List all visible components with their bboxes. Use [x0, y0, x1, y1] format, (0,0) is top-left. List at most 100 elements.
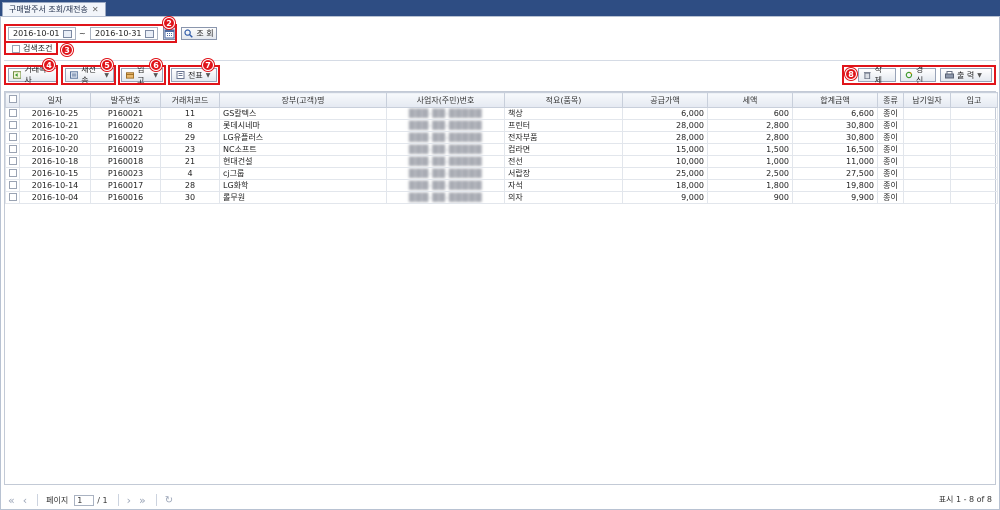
redacted-id: ███-██-█████ — [408, 157, 483, 166]
table-cell — [903, 167, 951, 180]
table-cell: 종이 — [877, 167, 904, 180]
table-cell: 의자 — [504, 191, 623, 204]
table-cell: P160017 — [90, 179, 161, 192]
table-cell — [903, 107, 951, 120]
table-cell: 2016-10-18 — [19, 155, 91, 168]
search-condition-row[interactable]: 검색조건 — [12, 43, 52, 54]
table-cell: 전선 — [504, 155, 623, 168]
row-select-cell[interactable] — [5, 155, 20, 168]
print-button[interactable]: 출 력 ▼ — [940, 68, 992, 82]
page-input[interactable]: 1 — [74, 494, 95, 506]
row-checkbox[interactable] — [9, 120, 17, 129]
chevron-down-icon[interactable]: ▼ — [977, 72, 982, 79]
table-cell: 21 — [160, 155, 220, 168]
table-cell: 600 — [707, 107, 793, 120]
chevron-down-icon[interactable]: ▼ — [104, 72, 109, 79]
row-checkbox[interactable] — [9, 192, 17, 201]
table-cell: NC소프트 — [219, 143, 387, 156]
column-header[interactable]: 종류 — [877, 92, 904, 108]
column-header[interactable]: 일자 — [19, 92, 91, 108]
prev-page-icon[interactable]: ‹ — [23, 494, 27, 507]
column-header[interactable]: 세액 — [707, 92, 793, 108]
table-cell: 1,000 — [707, 155, 793, 168]
next-page-icon[interactable]: › — [127, 494, 131, 507]
row-select-cell[interactable] — [5, 119, 20, 132]
table-row[interactable]: 2016-10-20 P160022 29 LG유플러스 ███-██-█████ 전자부… — [5, 131, 998, 144]
column-header[interactable]: 납기일자 — [903, 92, 951, 108]
row-checkbox[interactable] — [9, 168, 17, 177]
table-row[interactable]: 2016-10-20 P160019 23 NC소프트 ███-██-█████ 컵라면 1… — [5, 143, 998, 156]
table-cell: 1,800 — [707, 179, 793, 192]
column-header[interactable]: 사업자(주민)번호 — [386, 92, 505, 108]
column-header[interactable]: 발주번호 — [90, 92, 161, 108]
table-cell: P160016 — [90, 191, 161, 204]
pager: « ‹ 페이지 1 / 1 › » ↻ 표시 1 - 8 of 8 — [0, 490, 1000, 510]
row-select-cell[interactable] — [5, 167, 20, 180]
table-cell: 종이 — [877, 131, 904, 144]
row-select-cell[interactable] — [5, 191, 20, 204]
row-select-cell[interactable] — [5, 143, 20, 156]
close-icon[interactable]: ✕ — [92, 5, 99, 14]
column-header[interactable]: 입고 — [950, 92, 998, 108]
search-button[interactable]: 조 회 — [181, 27, 217, 40]
row-checkbox[interactable] — [9, 108, 17, 117]
table-cell: 15,000 — [622, 143, 708, 156]
table-row[interactable]: 2016-10-21 P160020 8 롯데시네마 ███-██-█████ 프린터 28… — [5, 119, 998, 132]
table-cell: LG유플러스 — [219, 131, 387, 144]
table-row[interactable]: 2016-10-15 P160023 4 cj그룹 ███-██-█████ 서랍장 25,… — [5, 167, 998, 180]
table-cell: 9,000 — [622, 191, 708, 204]
table-row[interactable]: 2016-10-14 P160017 28 LG화학 ███-██-█████ 자석 18,… — [5, 179, 998, 192]
delete-button[interactable]: 삭 제 — [858, 65, 896, 85]
redacted-id: ███-██-█████ — [408, 193, 483, 202]
update-button[interactable]: 경 신 — [900, 65, 936, 85]
table-cell — [903, 179, 951, 192]
table-cell: 25,000 — [622, 167, 708, 180]
chevron-down-icon[interactable]: ▼ — [153, 72, 158, 79]
table-cell: ███-██-█████ — [386, 131, 505, 144]
first-page-icon[interactable]: « — [8, 494, 15, 507]
table-cell — [950, 131, 998, 144]
update-label: 경 신 — [915, 65, 924, 85]
table-cell: 27,500 — [792, 167, 878, 180]
row-select-cell[interactable] — [5, 131, 20, 144]
table-cell: 종이 — [877, 191, 904, 204]
purchase-order-grid: 일자 발주번호 거래처코드 장부(고객)명 사업자(주민)번호 적요(품목) 공… — [4, 91, 998, 485]
tab-purchase-order[interactable]: 구매발주서 조회/재전송 ✕ — [2, 2, 106, 16]
calendar-icon[interactable] — [145, 30, 154, 38]
search-condition-checkbox[interactable] — [12, 44, 20, 53]
column-header[interactable]: 장부(고객)명 — [219, 92, 387, 108]
table-cell: 1,500 — [707, 143, 793, 156]
row-select-cell[interactable] — [5, 179, 20, 192]
row-checkbox[interactable] — [9, 144, 17, 153]
chevron-down-icon[interactable]: ▼ — [206, 72, 211, 79]
row-select-cell[interactable] — [5, 107, 20, 120]
row-checkbox[interactable] — [9, 156, 17, 165]
table-cell: 2016-10-20 — [19, 143, 91, 156]
column-header[interactable]: 거래처코드 — [160, 92, 220, 108]
column-header[interactable]: 합계금액 — [792, 92, 878, 108]
table-cell: P160023 — [90, 167, 161, 180]
purchase-order-table: 일자 발주번호 거래처코드 장부(고객)명 사업자(주민)번호 적요(품목) 공… — [5, 92, 998, 204]
table-cell: 2,800 — [707, 119, 793, 132]
table-row[interactable]: 2016-10-18 P160018 21 현대건설 ███-██-█████ 전선 10,… — [5, 155, 998, 168]
table-cell: 책상 — [504, 107, 623, 120]
row-checkbox[interactable] — [9, 180, 17, 189]
row-checkbox[interactable] — [9, 132, 17, 141]
table-cell: 30,800 — [792, 131, 878, 144]
select-all-cell[interactable] — [5, 92, 20, 108]
column-header[interactable]: 공급가액 — [622, 92, 708, 108]
receive-label: 입고 — [137, 65, 145, 85]
last-page-icon[interactable]: » — [139, 494, 146, 507]
search-condition-label: 검색조건 — [23, 44, 53, 53]
refresh-icon[interactable]: ↻ — [165, 495, 173, 506]
date-range-separator: ~ — [79, 29, 86, 38]
delete-label: 삭 제 — [874, 65, 882, 85]
select-all-checkbox[interactable] — [8, 95, 17, 103]
pager-status: 표시 1 - 8 of 8 — [938, 495, 992, 504]
table-cell: 28,000 — [622, 131, 708, 144]
table-row[interactable]: 2016-10-25 P160021 11 GS칼텍스 ███-██-█████ 책상 6,… — [5, 107, 998, 120]
column-header[interactable]: 적요(품목) — [504, 92, 623, 108]
calendar-icon[interactable] — [63, 30, 72, 38]
table-row[interactable]: 2016-10-04 P160016 30 롤무원 ███-██-█████ 의자 9,00… — [5, 191, 998, 204]
table-cell: 6,000 — [622, 107, 708, 120]
